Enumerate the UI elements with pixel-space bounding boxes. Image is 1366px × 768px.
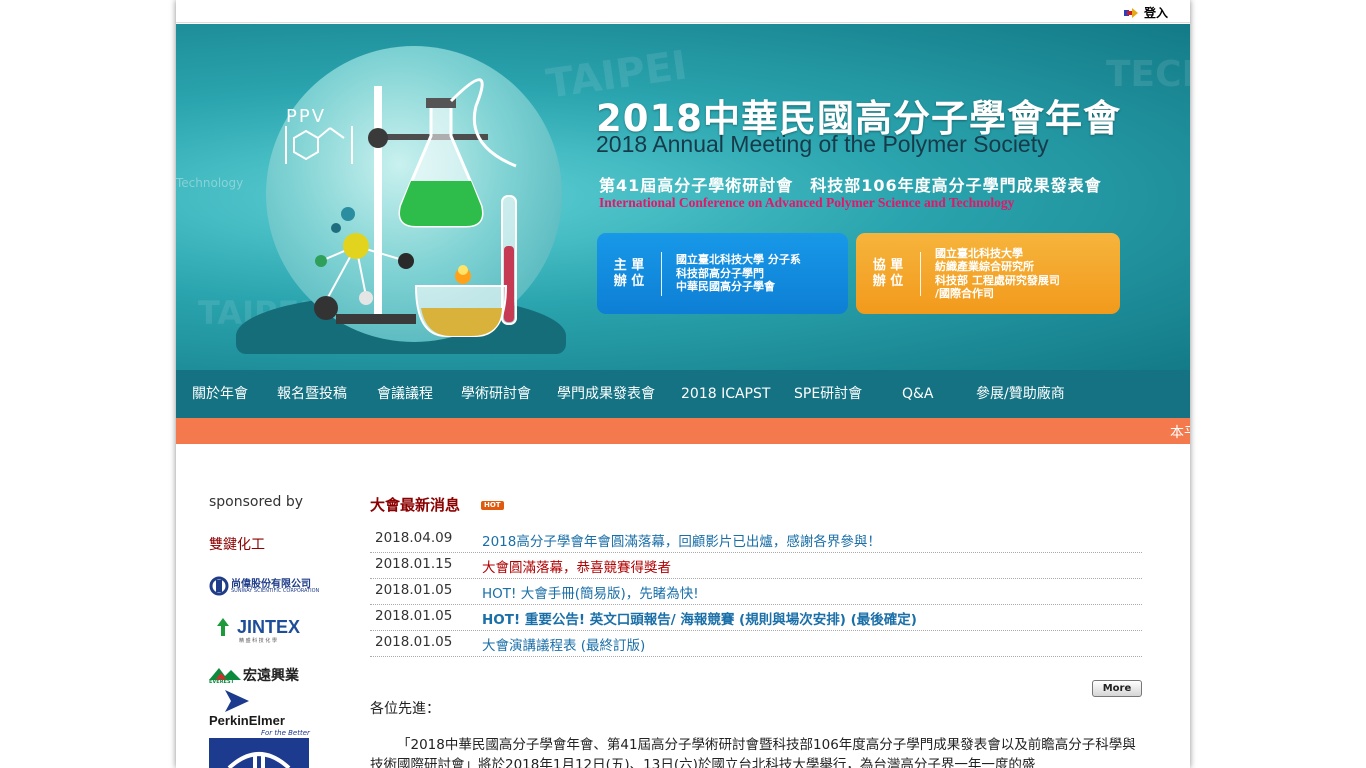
sponsor-logo-everest[interactable]: EVEREST 宏遠興業 [209, 662, 309, 686]
news-row: 2018.04.09 2018高分子學會年會圓滿落幕，回顧影片已出爐，感謝各界參與… [370, 526, 1142, 553]
host-organizer: 科技部高分子學門 [676, 266, 764, 280]
nav-agenda[interactable]: 會議議程 [377, 370, 433, 418]
host-organizer: 中華民國高分子學會 [676, 280, 775, 294]
perkinelmer-logo-icon [225, 690, 249, 712]
ticker-text[interactable]: 本平 [1170, 422, 1190, 442]
main-nav: 關於年會 報名暨投稿 會議議程 學術研討會 學門成果發表會 2018 ICAPS… [176, 370, 1190, 418]
host-organizers-box: 主 單 辦 位 國立臺北科技大學 分子系 科技部高分子學門 中華民國高分子學會 [597, 233, 848, 314]
banner-subtitle-cn: 第41屆高分子學術研討會 科技部106年度高分子學門成果發表會 [599, 176, 1102, 195]
news-link[interactable]: HOT! 大會手冊(簡易版)，先睹為快! [482, 582, 699, 602]
everest-name-cn: 宏遠興業 [243, 668, 299, 684]
news-row: 2018.01.15 大會圓滿落幕，恭喜競賽得獎者 [370, 552, 1142, 579]
news-date: 2018.01.15 [375, 556, 453, 572]
host-organizer: 國立臺北科技大學 分子系 [676, 253, 801, 267]
hot-badge: HOT [481, 501, 504, 510]
co-organizer: /國際合作司 [935, 287, 995, 300]
sponsored-by-label: sponsored by [209, 494, 304, 510]
everest-name-en: EVEREST [209, 679, 234, 685]
news-link[interactable]: HOT! 重要公告! 英文口頭報告/ 海報競賽 (規則與場次安排) (最後確定) [482, 608, 917, 628]
news-date: 2018.01.05 [375, 582, 453, 598]
news-date: 2018.01.05 [375, 608, 453, 624]
perkinelmer-tagline: For the Better [261, 729, 310, 737]
nav-registration[interactable]: 報名暨投稿 [277, 370, 347, 418]
nav-results[interactable]: 學門成果發表會 [557, 370, 655, 418]
announcement-ticker: 本平 [176, 418, 1190, 444]
news-row: 2018.01.05 HOT! 大會手冊(簡易版)，先睹為快! [370, 578, 1142, 605]
ppv-label: PPV [286, 106, 327, 127]
news-link[interactable]: 大會圓滿落幕，恭喜競賽得獎者 [482, 556, 671, 576]
nav-about[interactable]: 關於年會 [192, 370, 248, 418]
news-link[interactable]: 2018高分子學會年會圓滿落幕，回顧影片已出爐，感謝各界參與！ [482, 530, 881, 550]
host-label: 主 單 辦 位 [597, 251, 662, 296]
news-row: 2018.01.05 HOT! 重要公告! 英文口頭報告/ 海報競賽 (規則與場次… [370, 604, 1142, 631]
co-organizer: 國立臺北科技大學 [935, 246, 1023, 260]
nav-qa[interactable]: Q&A [902, 370, 934, 418]
co-organizer: 紡織產業綜合研究所 [935, 260, 1034, 273]
latest-news-title: 大會最新消息 [370, 496, 461, 514]
more-button[interactable]: More [1092, 680, 1142, 697]
intro-greeting: 各位先進： [370, 701, 440, 717]
co-organizers-box: 協 單 辦 位 國立臺北科技大學 紡織產業綜合研究所 科技部 工程處研究發展司 … [856, 233, 1120, 314]
sponsor-logo-sunway[interactable]: 尚偉股份有限公司 SUNWAY SCIENTIFIC CORPORATION [209, 574, 319, 598]
banner-title-en: 2018 Annual Meeting of the Polymer Socie… [596, 131, 1049, 157]
news-date: 2018.04.09 [375, 530, 453, 546]
partial-logo-icon [227, 752, 291, 768]
sponsor-logo-jintex[interactable]: JINTEX 精 盛 科 技 化 學 [209, 616, 309, 644]
top-bar: 登入 [176, 0, 1190, 23]
conference-banner: TAIPEI TECH TAIPEI Technology [176, 24, 1190, 370]
co-organizer-list: 國立臺北科技大學 紡織產業綜合研究所 科技部 工程處研究發展司 /國際合作司 [921, 247, 1060, 301]
sponsor-logo-partial[interactable] [209, 738, 309, 768]
login-link[interactable]: 登入 [1144, 4, 1168, 21]
login-arrow-icon [1123, 7, 1138, 18]
jintex-logo-icon [217, 618, 229, 636]
news-row: 2018.01.05 大會演講議程表 (最終訂版) [370, 630, 1142, 657]
intro-paragraph: 「2018中華民國高分子學會年會、第41屆高分子學術研討會暨科技部106年度高分… [370, 737, 1136, 768]
nav-sponsors[interactable]: 參展/贊助廠商 [976, 370, 1065, 418]
jintex-name: JINTEX [237, 617, 301, 637]
co-host-label: 協 單 辦 位 [856, 251, 921, 296]
nav-spe[interactable]: SPE研討會 [794, 370, 862, 418]
sponsor-link[interactable]: 雙鍵化工 [209, 534, 265, 554]
news-link[interactable]: 大會演講議程表 (最終訂版) [482, 634, 645, 654]
co-organizer: 科技部 工程處研究發展司 [935, 273, 1060, 287]
nav-icapst[interactable]: 2018 ICAPST [681, 370, 770, 418]
sponsor-logo-perkinelmer[interactable]: PerkinElmer For the Better [209, 688, 310, 737]
jintex-sub: 精 盛 科 技 化 學 [239, 638, 277, 644]
page: 登入 TAIPEI TECH TAIPEI Technology [176, 0, 1190, 768]
perkinelmer-name: PerkinElmer [209, 713, 285, 728]
login-area[interactable]: 登入 [1123, 4, 1168, 21]
banner-watermark: Technology [176, 176, 244, 190]
lab-glassware-illustration [285, 78, 517, 337]
banner-subtitle-en: International Conference on Advanced Pol… [599, 195, 1015, 210]
nav-symposium[interactable]: 學術研討會 [461, 370, 531, 418]
sunway-name-en: SUNWAY SCIENTIFIC CORPORATION [231, 588, 320, 594]
news-date: 2018.01.05 [375, 634, 453, 650]
host-organizer-list: 國立臺北科技大學 分子系 科技部高分子學門 中華民國高分子學會 [662, 253, 801, 294]
